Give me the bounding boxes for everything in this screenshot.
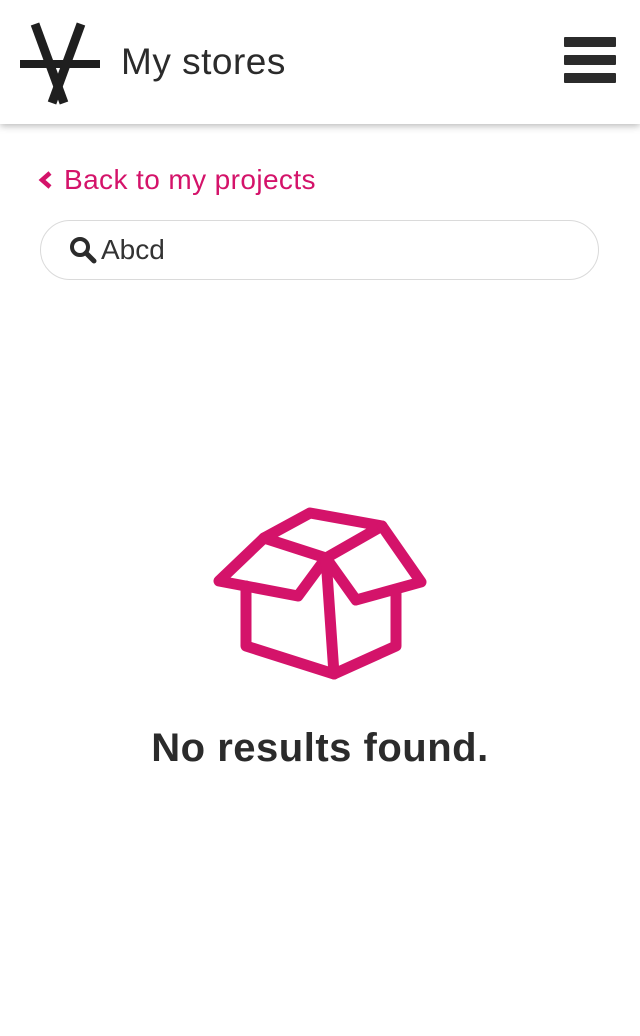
back-link-label: Back to my projects (64, 164, 316, 195)
open-box-icon (213, 507, 427, 680)
no-results-message: No results found. (151, 726, 489, 770)
menu-bar (564, 55, 616, 65)
chevron-left-icon (38, 171, 52, 189)
star-asterisk-logo-icon[interactable] (19, 19, 101, 105)
search-input[interactable] (101, 227, 561, 273)
search-icon (70, 237, 97, 264)
back-to-projects-link[interactable]: Back to my projects (38, 160, 316, 200)
app: My stores Back to my projects Abcd No re… (0, 0, 640, 1036)
page-title: My stores (121, 41, 286, 82)
search-box[interactable] (40, 220, 599, 280)
menu-bar (564, 37, 616, 47)
top-header: My stores (0, 0, 640, 124)
menu-bar (564, 73, 616, 83)
hamburger-menu-button[interactable] (558, 32, 622, 88)
